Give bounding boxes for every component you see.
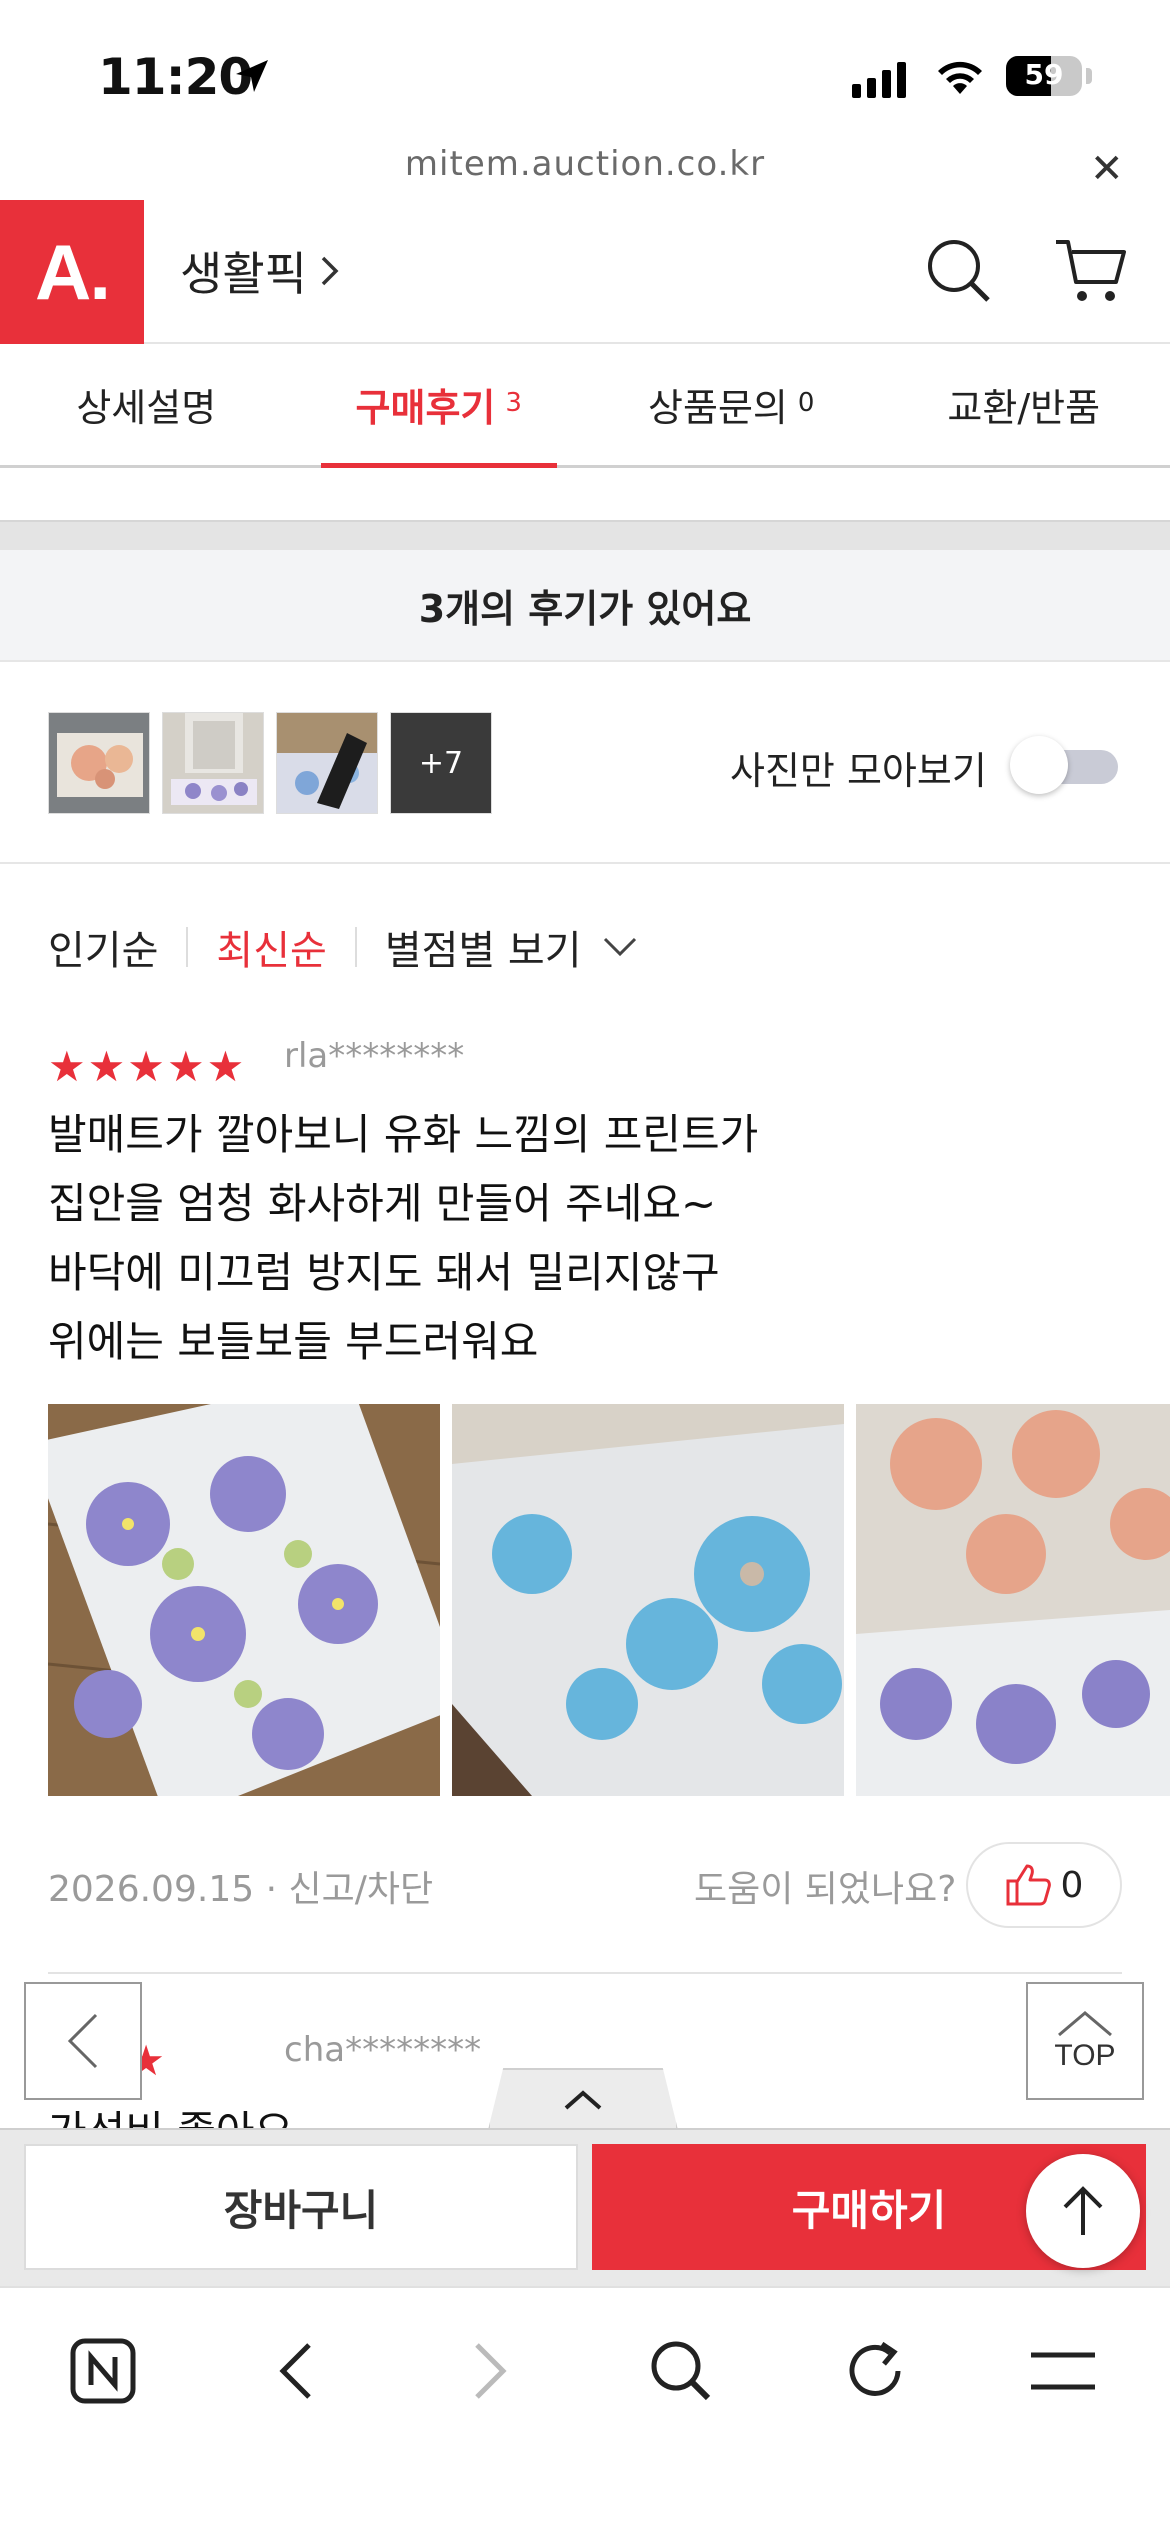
category-link[interactable]: 생활픽 xyxy=(180,238,341,304)
tab-label: 구매후기 xyxy=(355,386,496,430)
review-divider xyxy=(48,1972,1122,1974)
search-icon xyxy=(651,2341,711,2401)
location-arrow-icon xyxy=(236,60,268,92)
tab-reviews[interactable]: 구매후기 3 xyxy=(293,344,586,468)
status-bar: 11:20 59 xyxy=(0,0,1170,140)
toggle-knob xyxy=(1010,736,1068,794)
chevron-left-icon xyxy=(279,2343,311,2399)
cellular-signal-icon xyxy=(852,58,906,98)
review-photo-thumb[interactable] xyxy=(162,712,264,814)
review-image[interactable] xyxy=(856,1404,1170,1796)
tab-count: 3 xyxy=(505,387,522,418)
detail-tabs: 상세설명 구매후기 3 상품문의 0 교환/반품 xyxy=(0,344,1170,468)
star-rating: ★★★★★ xyxy=(48,1042,247,1091)
review-sort: 인기순 최신순 별점별 보기 xyxy=(48,918,638,976)
tab-label: 상품문의 xyxy=(648,386,788,430)
helpful-count: 0 xyxy=(1060,1864,1084,1906)
chevron-right-icon xyxy=(475,2343,507,2399)
review-line: 바닥에 미끄럼 방지도 돼서 밀리지않구 xyxy=(48,1248,720,1297)
scroll-top-button[interactable]: TOP xyxy=(1026,1982,1144,2100)
tab-label: 교환/반품 xyxy=(947,386,1101,430)
thumbs-up-icon xyxy=(1006,1864,1051,1906)
purchase-bar: 장바구니 구매하기 xyxy=(0,2128,1170,2286)
review-date-report: 2026.09.15 · 신고/차단 xyxy=(48,1860,433,1912)
auction-logo[interactable]: A. xyxy=(0,200,144,344)
sort-rating-label: 별점별 보기 xyxy=(384,928,582,974)
battery-icon: 59 xyxy=(1006,56,1082,96)
reload-icon xyxy=(849,2341,901,2396)
menu-icon xyxy=(1031,2352,1095,2390)
browser-toolbar xyxy=(0,2286,1170,2532)
naver-home-button[interactable] xyxy=(58,2326,148,2416)
sort-separator xyxy=(186,927,189,967)
tab-label: 상세설명 xyxy=(76,386,217,430)
sort-separator xyxy=(354,927,357,967)
photo-only-label: 사진만 모아보기 xyxy=(730,749,987,793)
review-date: 2026.09.15 xyxy=(48,1869,255,1910)
review-footer: 2026.09.15 · 신고/차단 도움이 되었나요? 0 xyxy=(48,1842,1122,1932)
sort-popular[interactable]: 인기순 xyxy=(48,918,158,976)
page-url[interactable]: mitem.auction.co.kr xyxy=(0,144,1170,184)
reviewer-name: cha******** xyxy=(284,2030,482,2070)
tab-questions[interactable]: 상품문의 0 xyxy=(585,344,878,465)
review-images xyxy=(48,1404,1170,1796)
chevron-left-icon xyxy=(67,2013,98,2069)
chevron-down-icon xyxy=(603,937,636,957)
more-photos-thumb[interactable]: +7 xyxy=(390,712,492,814)
sort-by-rating-dropdown[interactable]: 별점별 보기 xyxy=(385,918,638,976)
photo-only-toggle[interactable] xyxy=(1010,736,1118,794)
reload-button[interactable] xyxy=(830,2326,920,2416)
site-header: A. 생활픽 xyxy=(0,200,1170,344)
arrow-up-icon xyxy=(1063,2186,1103,2235)
battery-tip xyxy=(1086,68,1092,84)
option-drawer-handle[interactable] xyxy=(488,2068,678,2130)
tab-description[interactable]: 상세설명 xyxy=(0,344,293,465)
category-label: 생활픽 xyxy=(180,247,307,301)
report-block-link[interactable]: 신고/차단 xyxy=(288,1869,433,1910)
back-button[interactable] xyxy=(250,2326,340,2416)
review-photo-thumb[interactable] xyxy=(48,712,150,814)
photo-strip: +7 사진만 모아보기 xyxy=(0,662,1170,864)
previous-button[interactable] xyxy=(24,1982,142,2100)
review-line: 위에는 보들보들 부드러워요 xyxy=(48,1317,539,1366)
search-button[interactable] xyxy=(636,2326,726,2416)
chevron-up-icon xyxy=(564,2090,602,2110)
naver-n-icon xyxy=(70,2338,136,2404)
helpful-button[interactable]: 0 xyxy=(966,1842,1122,1928)
clock: 11:20 xyxy=(98,48,253,106)
close-icon[interactable]: ✕ xyxy=(1090,146,1124,192)
review-line: 발매트가 깔아보니 유화 느낌의 프린트가 xyxy=(48,1110,759,1159)
chevron-right-icon xyxy=(321,256,339,286)
review-image[interactable] xyxy=(452,1404,844,1796)
search-icon[interactable] xyxy=(924,236,994,306)
tab-exchange-return[interactable]: 교환/반품 xyxy=(878,344,1170,465)
section-divider xyxy=(0,520,1170,550)
sort-latest[interactable]: 최신순 xyxy=(216,918,326,976)
dot-separator: · xyxy=(265,1869,289,1910)
battery-percent: 59 xyxy=(1024,58,1064,91)
url-bar: mitem.auction.co.kr ✕ xyxy=(0,140,1170,200)
scroll-up-button[interactable] xyxy=(1026,2154,1140,2268)
cart-icon[interactable] xyxy=(1054,236,1128,306)
top-label: TOP xyxy=(1054,2039,1116,2072)
review-line: 집안을 엄청 화사하게 만들어 주네요~ xyxy=(48,1179,717,1228)
reviewer-name: rla******** xyxy=(284,1036,465,1076)
review-photo-thumb[interactable] xyxy=(276,712,378,814)
wifi-icon xyxy=(938,61,982,94)
review-image[interactable] xyxy=(48,1404,440,1796)
tab-count: 0 xyxy=(797,387,815,418)
review-text: 발매트가 깔아보니 유화 느낌의 프린트가 집안을 엄청 화사하게 만들어 주네… xyxy=(48,1100,758,1376)
chevron-up-icon xyxy=(1058,2011,1112,2037)
helpful-question: 도움이 되었나요? xyxy=(694,1869,957,1910)
forward-button[interactable] xyxy=(446,2326,536,2416)
menu-button[interactable] xyxy=(1018,2326,1108,2416)
review-summary: 3개의 후기가 있어요 xyxy=(0,550,1170,662)
add-to-cart-button[interactable]: 장바구니 xyxy=(24,2144,578,2270)
